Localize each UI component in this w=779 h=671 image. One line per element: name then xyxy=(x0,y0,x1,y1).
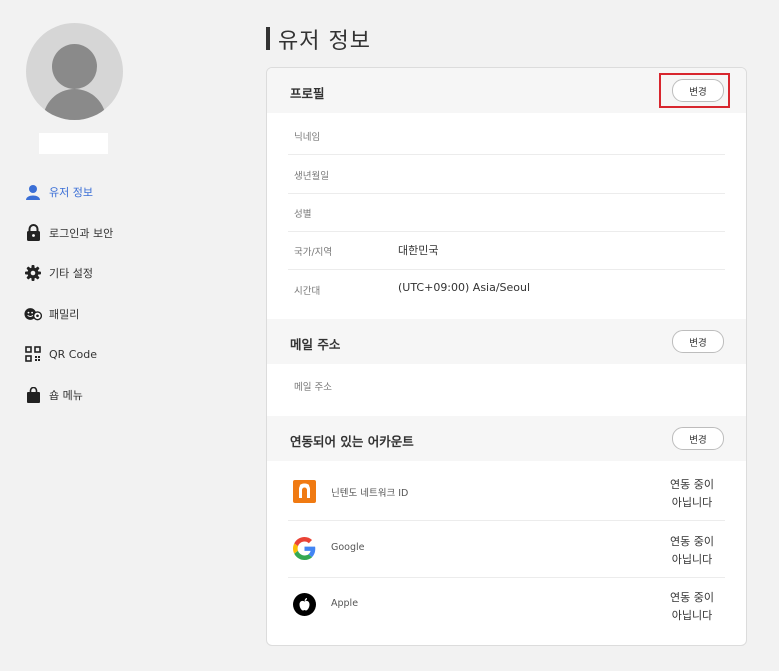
profile-row-nickname: 닉네임 xyxy=(288,116,725,155)
field-label: 국가/지역 xyxy=(294,247,333,258)
sidebar-item-user-info[interactable]: 유저 정보 xyxy=(24,172,224,213)
gear-icon xyxy=(24,264,42,282)
profile-row-gender: 성별 xyxy=(288,193,725,232)
shopping-bag-icon xyxy=(24,386,42,404)
linked-account-row-google: Google 연동 중이 아닙니다 xyxy=(288,521,725,578)
sidebar-item-label: QR Code xyxy=(49,347,97,361)
linked-account-status: 연동 중이 아닙니다 xyxy=(667,476,717,512)
linked-account-status: 연동 중이 아닙니다 xyxy=(667,589,717,625)
status-line: 아닙니다 xyxy=(671,609,713,622)
email-change-button[interactable]: 변경 xyxy=(672,330,724,353)
field-label: 생년월일 xyxy=(294,171,329,182)
profile-section-header: 프로필 변경 xyxy=(267,68,746,113)
linked-account-name: 닌텐도 네트워크 ID xyxy=(331,488,409,499)
sidebar-item-label: 유저 정보 xyxy=(49,186,93,200)
user-icon xyxy=(24,183,42,201)
field-label: 메일 주소 xyxy=(294,382,332,393)
field-label: 닉네임 xyxy=(294,132,321,143)
username-display xyxy=(39,133,108,154)
google-icon xyxy=(293,537,316,560)
apple-icon xyxy=(293,593,316,616)
field-label: 시간대 xyxy=(294,286,321,297)
sidebar-item-label: 기타 설정 xyxy=(49,267,93,281)
linked-accounts-title: 연동되어 있는 어카운트 xyxy=(290,434,414,449)
sidebar-item-label: 숍 메뉴 xyxy=(49,388,83,402)
title-accent-bar xyxy=(266,27,270,50)
linked-accounts-change-button[interactable]: 변경 xyxy=(672,427,724,450)
profile-row-country: 국가/지역 대한민국 xyxy=(288,231,725,270)
field-value: 대한민국 xyxy=(398,244,439,257)
sidebar-item-login-security[interactable]: 로그인과 보안 xyxy=(24,213,224,254)
status-line: 아닙니다 xyxy=(671,496,713,509)
linked-account-name: Google xyxy=(331,542,365,553)
lock-icon xyxy=(24,224,42,242)
sidebar-item-shop-menu[interactable]: 숍 메뉴 xyxy=(24,375,224,416)
avatar xyxy=(26,23,123,120)
nintendo-network-icon xyxy=(293,480,316,503)
status-line: 아닙니다 xyxy=(671,553,713,566)
sidebar-item-other-settings[interactable]: 기타 설정 xyxy=(24,253,224,294)
field-value: (UTC+09:00) Asia/Seoul xyxy=(398,281,531,294)
status-line: 연동 중이 xyxy=(670,591,714,604)
avatar-body xyxy=(43,89,106,120)
linked-account-name: Apple xyxy=(331,598,359,609)
linked-account-status: 연동 중이 아닙니다 xyxy=(667,533,717,569)
family-icon xyxy=(24,305,42,323)
sidebar-nav: 유저 정보 로그인과 보안 기타 설정 패밀리 QR Code 숍 메뉴 xyxy=(24,172,224,415)
sidebar-item-family[interactable]: 패밀리 xyxy=(24,294,224,335)
email-section-header: 메일 주소 변경 xyxy=(267,319,746,364)
linked-accounts-section-header: 연동되어 있는 어카운트 변경 xyxy=(267,416,746,461)
status-line: 연동 중이 xyxy=(670,535,714,548)
email-section-title: 메일 주소 xyxy=(290,337,341,352)
field-label: 성별 xyxy=(294,209,312,220)
status-line: 연동 중이 xyxy=(670,478,714,491)
qr-code-icon xyxy=(24,345,42,363)
sidebar-item-label: 로그인과 보안 xyxy=(49,226,114,240)
linked-account-row-nintendo: 닌텐도 네트워크 ID 연동 중이 아닙니다 xyxy=(288,464,725,521)
profile-row-birthday: 생년월일 xyxy=(288,155,725,194)
profile-row-timezone: 시간대 (UTC+09:00) Asia/Seoul xyxy=(288,270,725,308)
user-info-card: 프로필 변경 닉네임 생년월일 성별 국가/지역 대한민국 시간대 (UTC+0… xyxy=(266,67,747,646)
linked-account-row-apple: Apple 연동 중이 아닙니다 xyxy=(288,577,725,633)
sidebar-item-label: 패밀리 xyxy=(49,307,80,321)
profile-change-button[interactable]: 변경 xyxy=(672,79,724,102)
sidebar-item-qr-code[interactable]: QR Code xyxy=(24,334,224,375)
avatar-head xyxy=(52,44,97,89)
profile-section-title: 프로필 xyxy=(290,86,325,101)
page-title: 유저 정보 xyxy=(278,29,371,54)
email-row: 메일 주소 xyxy=(288,366,725,404)
